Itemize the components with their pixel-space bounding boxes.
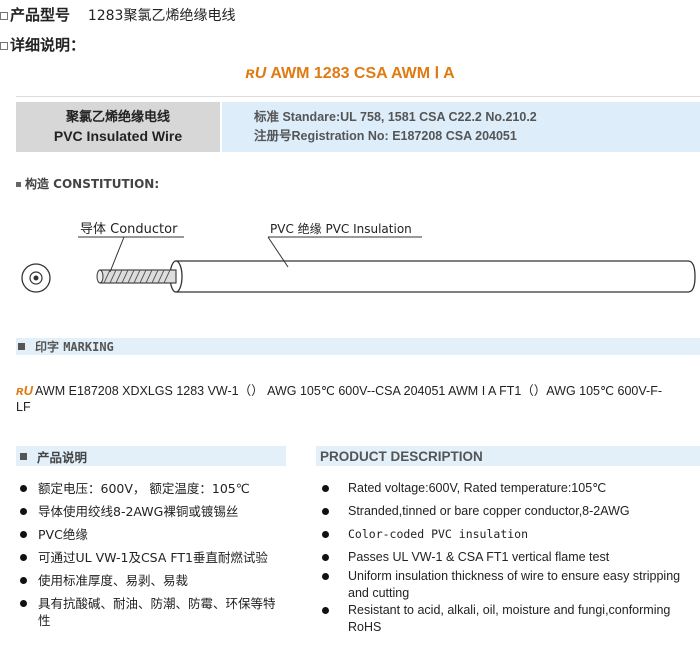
- construction-label: 构造 CONSTITUTION:: [16, 175, 159, 192]
- product-model-line: 产品型号 1283聚氯乙烯绝缘电线: [0, 4, 235, 25]
- standards-table: 聚氯乙烯绝缘电线 PVC Insulated Wire 标准 Standare:…: [16, 102, 700, 152]
- square-bullet-icon: [20, 452, 27, 460]
- bullet-dot-icon: [20, 508, 27, 515]
- marking-label-cn: 印字: [35, 340, 60, 354]
- description-cn-list: 额定电压：600V， 额定温度：105℃ 导体使用绞线8-2AWG裸铜或镀锡丝 …: [16, 480, 276, 629]
- bullet-icon: [0, 12, 8, 20]
- bullet-dot-icon: [322, 485, 329, 492]
- standards-cell: 标准 Standare:UL 758, 1581 CSA C22.2 No.21…: [222, 102, 700, 152]
- bullet-dot-icon: [20, 600, 27, 607]
- bullet-dot-icon: [20, 531, 27, 538]
- product-name-cell: 聚氯乙烯绝缘电线 PVC Insulated Wire: [16, 102, 220, 152]
- standard-line: 标准 Standare:UL 758, 1581 CSA C22.2 No.21…: [254, 110, 537, 124]
- list-item: Stranded,tinned or bare copper conductor…: [316, 503, 686, 520]
- divider: [16, 96, 700, 97]
- insulation-body: [175, 260, 696, 293]
- bullet-dot-icon: [322, 508, 329, 515]
- description-cn-header: 产品说明: [16, 446, 286, 466]
- marking-text: ʀU AWM E187208 XDXLGS 1283 VW-1（） AWG 105…: [16, 383, 676, 415]
- description-en-list: Rated voltage:600V, Rated temperature:10…: [316, 480, 686, 636]
- marking-header: 印字 MARKING: [16, 338, 700, 355]
- description-en-header: PRODUCT DESCRIPTION: [316, 446, 700, 466]
- product-name-cn: 聚氯乙烯绝缘电线: [65, 110, 170, 125]
- list-item: 使用标准厚度、易剥、易裁: [16, 572, 276, 589]
- bullet-dot-icon: [20, 485, 27, 492]
- conductor-strands: [96, 269, 177, 284]
- cable-diagram: 导体 Conductor PVC 绝缘 PVC Insulation: [21, 221, 696, 293]
- list-item: Color-coded PVC insulation: [316, 526, 686, 543]
- list-item: Passes UL VW-1 & CSA FT1 vertical flame …: [316, 549, 686, 566]
- product-model-label: 产品型号: [10, 6, 71, 24]
- product-model-value: 1283聚氯乙烯绝缘电线: [87, 8, 236, 24]
- conductor-label: 导体 Conductor: [80, 222, 178, 237]
- bullet-dot-icon: [20, 554, 27, 561]
- ul-logo-icon: ʀU: [16, 383, 34, 398]
- insulation-label: PVC 绝缘 PVC Insulation: [270, 221, 412, 236]
- list-item: Rated voltage:600V, Rated temperature:10…: [316, 480, 686, 497]
- product-name-en: PVC Insulated Wire: [53, 128, 183, 144]
- list-item: Resistant to acid, alkali, oil, moisture…: [316, 602, 686, 636]
- detail-heading: 详细说明：: [0, 34, 85, 55]
- list-item: 具有抗酸碱、耐油、防潮、防霉、环保等特性: [16, 595, 276, 629]
- square-bullet-icon: [16, 182, 21, 187]
- list-item: 导体使用绞线8-2AWG裸铜或镀锡丝: [16, 503, 276, 520]
- bullet-dot-icon: [322, 607, 329, 614]
- registration-line: 注册号Registration No: E187208 CSA 204051: [254, 129, 517, 143]
- product-title-text: AWM 1283 CSA AWM Ⅰ A: [270, 65, 455, 82]
- bullet-dot-icon: [322, 531, 329, 538]
- marking-string: AWM E187208 XDXLGS 1283 VW-1（） AWG 105℃ …: [16, 384, 662, 414]
- bullet-dot-icon: [322, 573, 329, 580]
- product-title: ʀU AWM 1283 CSA AWM Ⅰ A: [0, 63, 700, 83]
- list-item: 额定电压：600V， 额定温度：105℃: [16, 480, 276, 497]
- bullet-dot-icon: [322, 554, 329, 561]
- list-item: 可通过UL VW-1及CSA FT1垂直耐燃试验: [16, 549, 276, 566]
- bullet-icon: [0, 42, 8, 50]
- square-bullet-icon: [18, 343, 25, 350]
- list-item: PVC绝缘: [16, 526, 276, 543]
- detail-label: 详细说明：: [10, 36, 86, 54]
- cable-cross-section-icon: [21, 263, 51, 293]
- list-item: Uniform insulation thickness of wire to …: [316, 568, 686, 602]
- bullet-dot-icon: [20, 577, 27, 584]
- marking-label-en: MARKING: [63, 339, 114, 354]
- ul-logo-icon: ʀU: [245, 65, 267, 82]
